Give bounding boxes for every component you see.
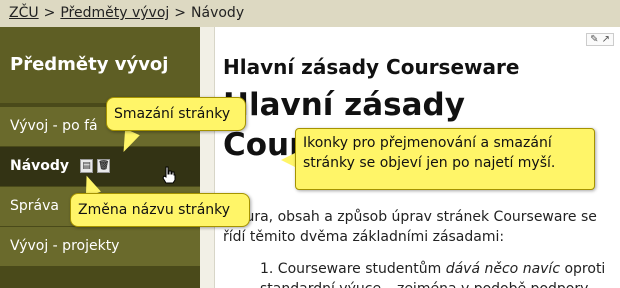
breadcrumb-separator: > (43, 5, 56, 21)
sidebar-title[interactable]: Předměty vývoj (0, 27, 200, 103)
breadcrumb-section-link[interactable]: Předměty vývoj (60, 5, 169, 21)
delete-page-icon[interactable]: 🗑 (97, 159, 110, 173)
sidebar-item-vyvoj-projekty[interactable]: Vývoj - projekty (0, 227, 200, 266)
edit-icon[interactable]: ✎ ↗ (586, 33, 614, 46)
sidebar-item-label: Vývoj - projekty (10, 238, 120, 254)
hover-info-callout: Ikonky pro přejmenování a smazání stránk… (295, 128, 595, 190)
hand-cursor-icon (162, 166, 176, 184)
breadcrumb: ZČU > Předměty vývoj > Návody (0, 0, 620, 27)
page-title: Hlavní zásady Courseware (223, 55, 520, 79)
sidebar-splitter[interactable] (200, 27, 215, 288)
list-item-emphasis: dává něco navíc (445, 261, 561, 277)
principles-list: 1. Courseware studentům dává něco navíc … (260, 259, 620, 288)
sidebar-item-label: Správa (10, 198, 59, 214)
rename-page-callout: Změna názvu stránky (70, 193, 250, 227)
sidebar-item-label: Vývoj - po fá (10, 118, 98, 134)
delete-page-callout: Smazání stránky (106, 97, 246, 131)
paragraph-line: uktura, obsah a způsob úprav stránek Cou… (223, 209, 597, 225)
list-item-text: oproti (560, 261, 606, 277)
intro-paragraph: uktura, obsah a způsob úprav stránek Cou… (223, 207, 620, 247)
rename-page-icon[interactable]: ▤ (80, 159, 93, 173)
big-heading-line: Hlavní zásady (223, 87, 465, 123)
list-item: 1. Courseware studentům dává něco navíc … (260, 259, 620, 279)
breadcrumb-home-link[interactable]: ZČU (9, 5, 39, 21)
paragraph-line: řídí těmito dvěma základními zásadami: (223, 229, 505, 245)
sidebar: Předměty vývoj Vývoj - po fá Návody ▤ 🗑 … (0, 27, 200, 288)
list-item-text: 1. Courseware studentům (260, 261, 446, 277)
sidebar-item-label: Návody (10, 158, 70, 174)
page-action-icons: ▤ 🗑 (80, 159, 110, 173)
breadcrumb-current: Návody (191, 5, 245, 21)
breadcrumb-separator: > (174, 5, 187, 21)
list-item-line: standardní výuce – zejména v podobě podp… (260, 279, 620, 288)
